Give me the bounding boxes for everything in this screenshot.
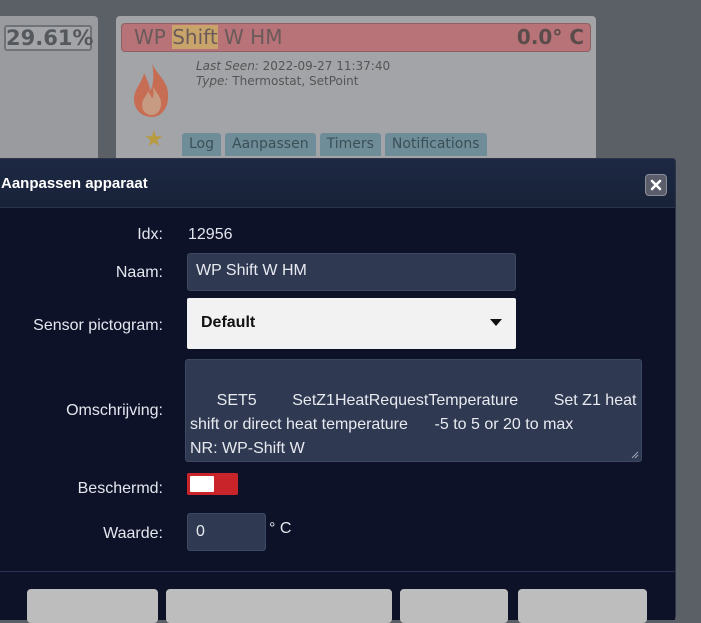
naam-input-value: WP Shift W HM — [196, 262, 307, 279]
waarde-unit: ° C — [269, 520, 292, 537]
idx-value: 12956 — [188, 226, 233, 243]
close-button[interactable] — [645, 174, 667, 196]
device-name-prefix: WP — [134, 25, 173, 49]
flame-icon — [130, 61, 174, 123]
favorite-star-icon[interactable]: ★ — [144, 127, 164, 152]
tab-timers[interactable]: Timers — [319, 133, 381, 156]
dialog-titlebar: Aanpassen apparaat — [0, 159, 675, 208]
type-value: Thermostat, SetPoint — [232, 74, 359, 88]
resize-grip-icon[interactable] — [629, 449, 639, 459]
last-seen-label: Last Seen: — [196, 59, 259, 73]
beschermd-label: Beschermd: — [77, 480, 163, 497]
waarde-label: Waarde: — [103, 525, 163, 542]
toggle-knob — [190, 476, 214, 492]
sensor-pictogram-label: Sensor pictogram: — [33, 317, 163, 334]
device-card-header: WP Shift W HM 0.0° C — [121, 23, 591, 52]
device-card: WP Shift W HM 0.0° C Last Seen: 2022-09-… — [116, 16, 596, 166]
device-card-left: 29.61% — [0, 16, 98, 166]
device-value-badge: 29.61% — [4, 25, 94, 51]
chevron-down-icon — [490, 319, 502, 326]
device-name: WP Shift W HM — [134, 25, 282, 49]
device-tabs: Log Aanpassen Timers Notifications — [182, 133, 487, 156]
close-icon — [650, 179, 662, 191]
last-seen-value: 2022-09-27 11:37:40 — [262, 59, 391, 73]
footer-button-3[interactable] — [400, 589, 508, 623]
type-label: Type: — [196, 74, 229, 88]
footer-button-1[interactable] — [27, 589, 158, 623]
waarde-input[interactable]: 0 — [187, 513, 266, 551]
last-seen-row: Last Seen: 2022-09-27 11:37:40 — [196, 59, 390, 74]
naam-input[interactable]: WP Shift W HM — [187, 253, 516, 291]
dialog-title: Aanpassen apparaat — [1, 175, 148, 192]
omschrijving-value: SET5 SetZ1HeatRequestTemperature Set Z1 … — [190, 392, 637, 457]
device-name-suffix: W HM — [217, 25, 283, 49]
sensor-pictogram-value: Default — [201, 314, 256, 331]
tab-aanpassen[interactable]: Aanpassen — [225, 133, 316, 156]
naam-label: Naam: — [115, 264, 163, 281]
omschrijving-label: Omschrijving: — [66, 402, 163, 419]
sensor-pictogram-select[interactable]: Default — [187, 298, 516, 349]
idx-label: Idx: — [137, 226, 163, 243]
device-setpoint-value: 0.0° C — [516, 25, 584, 49]
edit-device-dialog: Aanpassen apparaat Idx: 12956 Naam: WP S… — [0, 158, 676, 623]
device-name-highlight: Shift — [172, 25, 218, 49]
footer-button-4[interactable] — [518, 589, 647, 623]
tab-notifications[interactable]: Notifications — [384, 133, 487, 156]
waarde-input-value: 0 — [196, 523, 205, 540]
beschermd-toggle[interactable] — [187, 473, 238, 495]
type-row: Type: Thermostat, SetPoint — [196, 74, 390, 89]
device-meta: Last Seen: 2022-09-27 11:37:40 Type: The… — [196, 59, 390, 89]
tab-log[interactable]: Log — [182, 133, 222, 156]
omschrijving-textarea[interactable]: SET5 SetZ1HeatRequestTemperature Set Z1 … — [185, 359, 642, 462]
footer-button-2[interactable] — [166, 589, 392, 623]
